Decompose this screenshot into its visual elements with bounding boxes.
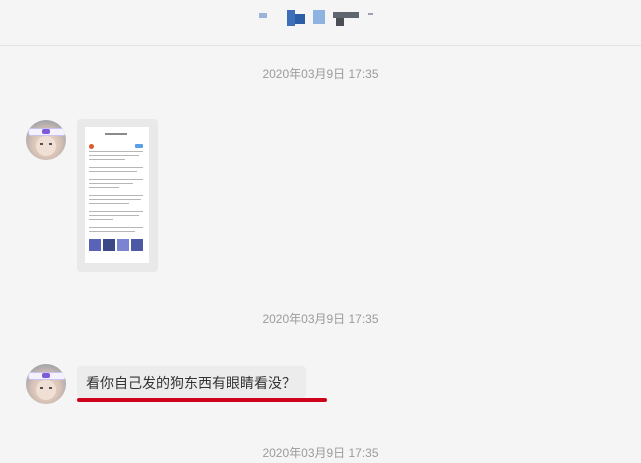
message-timestamp: 2020年03月9日 17:35 [262, 67, 379, 81]
contact-avatar[interactable] [26, 364, 66, 404]
text-message-bubble[interactable]: 看你自己发的狗东西有眼睛看没？ [77, 366, 306, 398]
chat-header [0, 0, 641, 46]
annotation-underline [77, 398, 327, 402]
contact-avatar[interactable] [26, 120, 66, 160]
message-text: 看你自己发的狗东西有眼睛看没？ [86, 375, 296, 391]
message-timestamp: 2020年03月9日 17:35 [262, 446, 379, 460]
message-timestamp: 2020年03月9日 17:35 [262, 312, 379, 326]
screenshot-thumbnail[interactable] [85, 127, 149, 263]
